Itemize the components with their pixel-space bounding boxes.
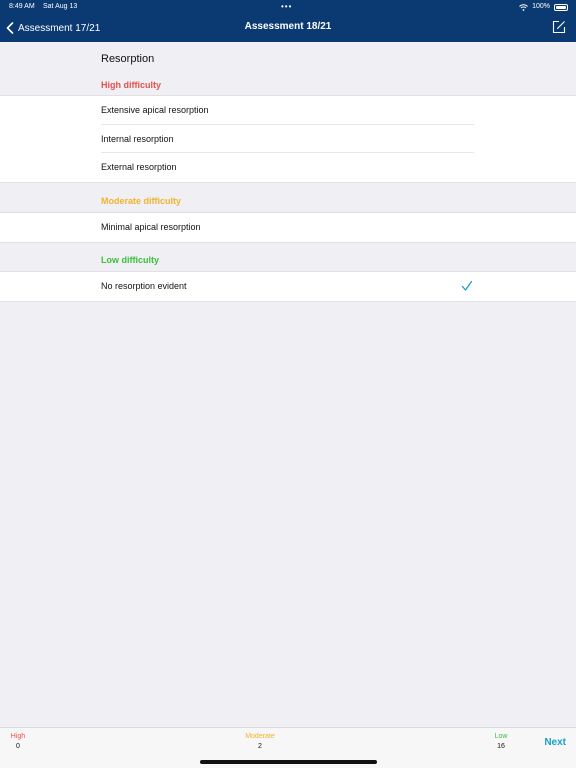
list-item[interactable]: Internal resorption [0,125,576,154]
wifi-icon [519,3,528,11]
stat-high-value: 0 [16,743,20,750]
stat-moderate: Moderate 2 [238,733,282,750]
group-high: Extensive apical resorption Internal res… [0,95,576,183]
stat-low-value: 16 [497,743,505,750]
group-moderate: Minimal apical resorption [0,212,576,243]
navigation-bar: Assessment 17/21 Assessment 18/21 [0,14,576,42]
stat-moderate-label: Moderate [245,733,275,740]
page-title: Assessment 18/21 [244,21,332,32]
group-header-moderate: Moderate difficulty [101,196,182,206]
list-item-label: Minimal apical resorption [101,222,201,232]
stat-high-label: High [10,733,26,740]
stat-low: Low 16 [490,733,512,750]
list-item[interactable]: External resorption [0,153,576,182]
section-title: Resorption [101,53,155,65]
list-item-label: No resorption evident [101,281,187,291]
group-header-low: Low difficulty [101,255,159,265]
top-bar: 8:49 AM Sat Aug 13 ••• 100% Assessment 1… [0,0,576,42]
checkmark-icon [461,280,473,291]
stat-moderate-value: 2 [258,743,262,750]
next-button[interactable]: Next [544,737,566,748]
status-date: Sat Aug 13 [43,3,78,10]
status-time: 8:49 AM [9,3,35,10]
list-item[interactable]: Extensive apical resorption [0,96,576,125]
status-bar: 8:49 AM Sat Aug 13 ••• 100% [0,0,576,14]
list-item-label: External resorption [101,162,177,173]
home-indicator [200,760,377,764]
list-item-label: Internal resorption [101,133,174,144]
multitasking-dots-icon[interactable]: ••• [281,0,292,14]
group-low: No resorption evident [0,271,576,302]
stat-high: High 0 [8,733,28,750]
stat-low-label: Low [494,733,508,740]
edit-note-icon[interactable] [552,20,566,34]
battery-percent: 100% [532,3,550,10]
battery-icon [554,4,568,11]
status-right: 100% [519,0,568,14]
list-item[interactable]: Minimal apical resorption [0,213,576,242]
list-item-label: Extensive apical resorption [101,105,209,115]
group-header-high: High difficulty [101,80,161,90]
list-item[interactable]: No resorption evident [0,272,576,301]
